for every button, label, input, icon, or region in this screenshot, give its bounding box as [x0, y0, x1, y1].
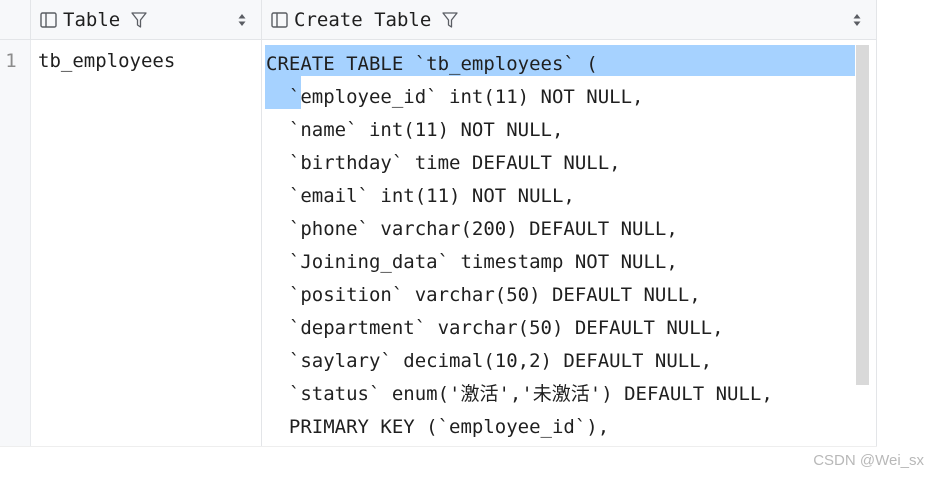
- column-header-table[interactable]: Table: [31, 0, 262, 40]
- grid-bottom-border: [0, 446, 877, 447]
- create-table-statement[interactable]: CREATE TABLE `tb_employees` ( `employee_…: [266, 48, 773, 444]
- filter-icon[interactable]: [441, 11, 459, 29]
- table-name-value: tb_employees: [38, 50, 176, 72]
- column-header-label: Table: [63, 8, 121, 31]
- row-number-header: [0, 0, 31, 40]
- row-number: 1: [5, 50, 17, 72]
- table-icon: [40, 11, 57, 28]
- row-number-gutter: [0, 40, 31, 446]
- table-icon: [271, 11, 288, 28]
- sort-icon[interactable]: [852, 12, 862, 28]
- vertical-scrollbar[interactable]: [856, 45, 869, 385]
- column-header-create-table[interactable]: Create Table: [262, 0, 877, 40]
- filter-icon[interactable]: [130, 11, 148, 29]
- create-table-cell[interactable]: CREATE TABLE `tb_employees` ( `employee_…: [262, 40, 877, 446]
- sort-icon[interactable]: [237, 12, 247, 28]
- watermark: CSDN @Wei_sx: [813, 452, 924, 469]
- column-header-label: Create Table: [294, 8, 432, 31]
- results-grid: Table Create Table 1 tb_employees CREATE…: [0, 0, 877, 447]
- table-cell[interactable]: tb_employees: [31, 40, 262, 446]
